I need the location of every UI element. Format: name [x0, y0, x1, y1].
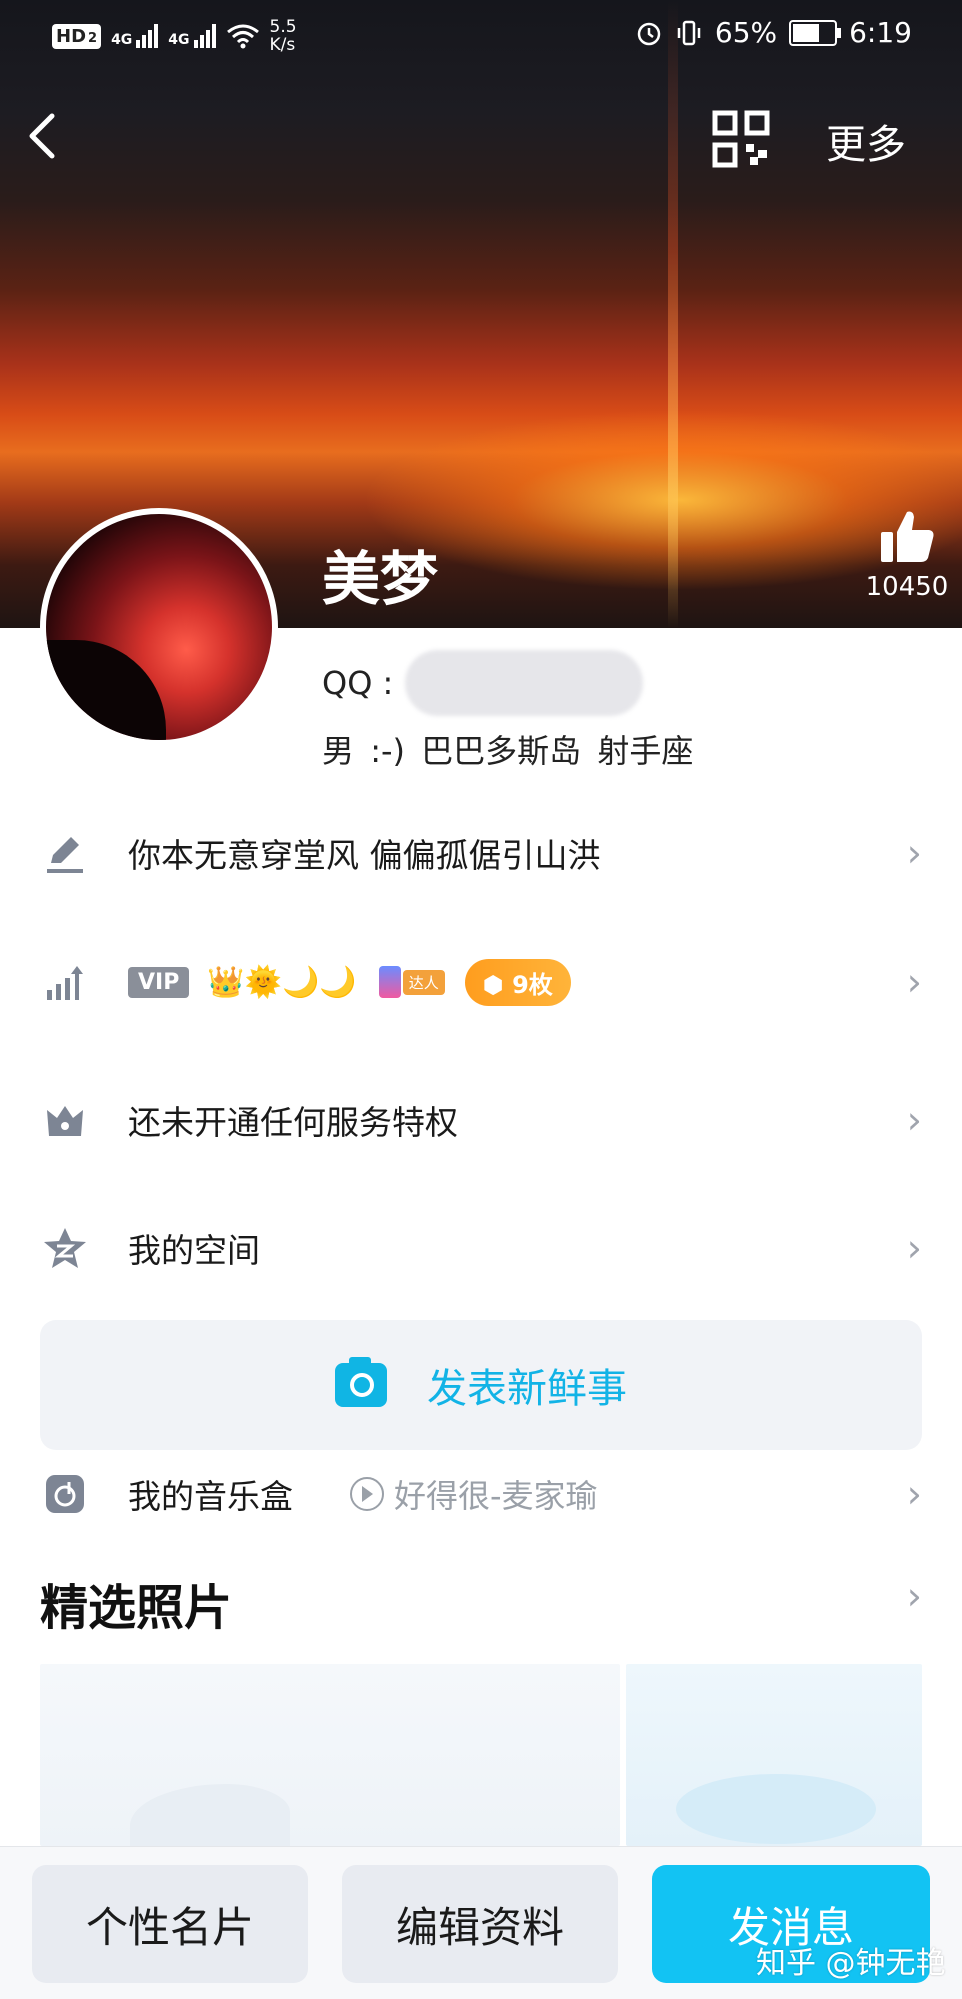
emoticon: :-): [370, 732, 405, 770]
alarm-icon: [637, 22, 661, 45]
qq-label: QQ :: [322, 664, 394, 702]
nickname: 美梦: [322, 545, 439, 613]
qr-code-icon: [712, 110, 770, 168]
clock: 6:19: [849, 16, 912, 49]
featured-photos: [40, 1664, 922, 1854]
play-icon: [350, 1477, 384, 1511]
post-new-button[interactable]: 发表新鲜事: [40, 1320, 922, 1450]
winged-phone-icon: [378, 966, 401, 998]
avatar[interactable]: [40, 508, 278, 746]
pencil-icon: [40, 828, 90, 878]
vip-tag: VIP: [128, 966, 190, 998]
battery-percent: 65%: [714, 16, 778, 49]
battery-icon: [789, 19, 842, 46]
qzone-star-icon: [40, 1223, 90, 1273]
music-row[interactable]: 我的音乐盒 好得很-麦家瑜 ›: [0, 1444, 962, 1544]
featured-photos-title: 精选照片: [40, 1580, 233, 1636]
privilege-row[interactable]: 还未开通任何服务特权 ›: [0, 1070, 962, 1170]
more-button[interactable]: 更多: [826, 112, 906, 170]
level-badges: VIP 👑🌞🌙🌙 达人 ⬢ 9枚: [128, 958, 571, 1006]
top-nav: 更多: [0, 100, 962, 180]
like-button[interactable]: 10450: [852, 508, 962, 602]
chevron-right-icon: ›: [906, 831, 922, 875]
level-chart-icon: [40, 957, 90, 1007]
chevron-right-icon: ›: [906, 1098, 922, 1142]
profile-card-button[interactable]: 个性名片: [32, 1865, 308, 1983]
coin-pill: ⬢ 9枚: [464, 958, 571, 1006]
back-button[interactable]: [22, 108, 82, 168]
like-count: 10450: [865, 572, 949, 602]
chevron-right-icon[interactable]: ›: [907, 1574, 922, 1618]
hd-icon: HD 2: [52, 23, 102, 49]
level-icons: 👑🌞🌙🌙 达人: [207, 964, 445, 1000]
chevron-right-icon: ›: [906, 1472, 922, 1516]
music-box-text: 我的音乐盒: [128, 1477, 293, 1516]
crown-sun-moon-icons: 👑🌞🌙🌙: [207, 964, 357, 1000]
profile-info: QQ : 男 :-) 巴巴多斯岛 射手座: [322, 650, 693, 772]
qq-number-redacted: [405, 650, 644, 716]
chevron-right-icon: ›: [906, 960, 922, 1004]
signature-text: 你本无意穿堂风 偏偏孤倨引山洪: [128, 836, 601, 875]
status-bar: HD 2 4G 4G 5.5 K/s 65% 6:19: [0, 0, 962, 72]
camera-icon: [335, 1357, 387, 1407]
signal-icon: 4G: [111, 24, 159, 48]
post-label: 发表新鲜事: [427, 1366, 627, 1412]
privilege-text: 还未开通任何服务特权: [128, 1103, 458, 1142]
zone-row[interactable]: 我的空间 ›: [0, 1198, 962, 1298]
photo-thumbnail[interactable]: [626, 1664, 922, 1846]
talent-badge: 达人: [378, 966, 445, 998]
qr-code-button[interactable]: [712, 110, 770, 168]
photo-thumbnail[interactable]: [40, 1664, 620, 1854]
wifi-icon: [226, 24, 259, 49]
level-row[interactable]: VIP 👑🌞🌙🌙 达人 ⬢ 9枚 ›: [0, 932, 962, 1032]
zodiac: 射手座: [597, 732, 694, 770]
signal-icon: 4G: [168, 24, 216, 48]
edit-profile-button[interactable]: 编辑资料: [342, 1865, 618, 1983]
net-speed: 5.5 K/s: [269, 17, 297, 55]
chevron-right-icon: ›: [906, 1226, 922, 1270]
signature-row[interactable]: 你本无意穿堂风 偏偏孤倨引山洪 ›: [0, 803, 962, 903]
gender: 男: [322, 732, 355, 770]
vibrate-icon: [677, 20, 701, 45]
thumbs-up-icon: [881, 511, 934, 562]
coin-icon: ⬢: [482, 970, 513, 999]
song-title: 好得很-麦家瑜: [394, 1477, 598, 1515]
zone-text: 我的空间: [128, 1231, 260, 1270]
location: 巴巴多斯岛: [421, 732, 582, 770]
watermark: 知乎 @钟无艳: [756, 1946, 946, 1981]
music-box-icon: [40, 1469, 90, 1519]
profile-meta: 男 :-) 巴巴多斯岛 射手座: [322, 726, 693, 772]
chevron-left-icon: [29, 113, 55, 159]
crown-icon: [40, 1095, 90, 1145]
music-song[interactable]: 好得很-麦家瑜: [350, 1471, 598, 1517]
